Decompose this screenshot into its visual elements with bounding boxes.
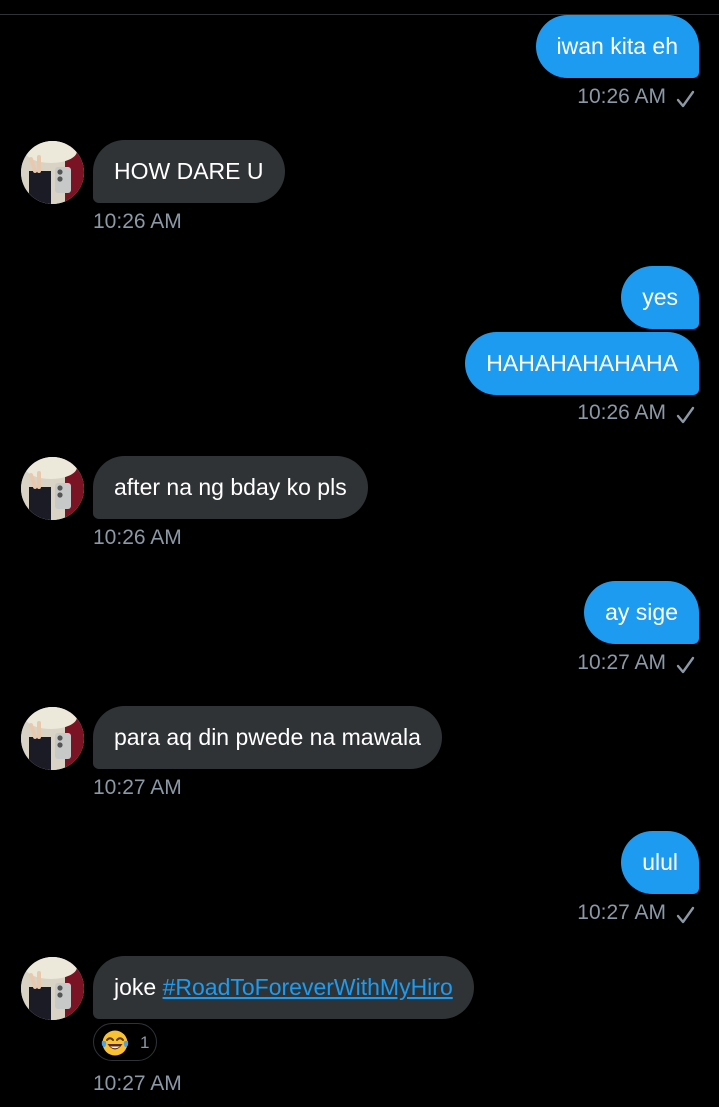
outgoing-message-bubble[interactable]: iwan kita eh: [535, 15, 699, 78]
incoming-message-bubble[interactable]: para aq din pwede na mawala: [93, 706, 442, 769]
incoming-message-bubble[interactable]: after na ng bday ko pls: [93, 456, 368, 519]
message-timestamp: 10:27 AM: [93, 776, 182, 799]
avatar-photo: [21, 707, 84, 770]
check-icon: [676, 90, 695, 108]
message-text: ulul: [642, 849, 678, 875]
message-timestamp: 10:26 AM: [93, 526, 182, 549]
check-icon: [676, 656, 695, 674]
outgoing-message-bubble[interactable]: ulul: [621, 831, 699, 894]
message-timestamp: 10:26 AM: [577, 85, 666, 108]
reaction-count: 1: [140, 1033, 150, 1052]
message-text: HOW DARE U: [114, 158, 264, 184]
check-icon: [676, 906, 695, 924]
outgoing-message-bubble[interactable]: HAHAHAHAHAHA: [465, 332, 699, 395]
avatar[interactable]: [21, 457, 84, 520]
message-text: para aq din pwede na mawala: [114, 724, 421, 750]
avatar-photo: [21, 457, 84, 520]
message-text: joke: [114, 974, 157, 1000]
avatar[interactable]: [21, 707, 84, 770]
message-timestamp: 10:27 AM: [93, 1072, 182, 1095]
incoming-message-bubble[interactable]: HOW DARE U: [93, 140, 285, 203]
message-timestamp: 10:27 AM: [577, 651, 666, 674]
message-text: yes: [642, 284, 678, 310]
message-text: HAHAHAHAHAHA: [486, 350, 678, 376]
avatar-photo: [21, 957, 84, 1020]
incoming-message-bubble[interactable]: joke #RoadToForeverWithMyHiro: [93, 956, 474, 1019]
message-timestamp: 10:26 AM: [93, 210, 182, 233]
message-timestamp: 10:27 AM: [577, 901, 666, 924]
avatar[interactable]: [21, 957, 84, 1020]
face-with-tears-of-joy-icon: [101, 1030, 129, 1056]
outgoing-message-bubble[interactable]: yes: [621, 266, 699, 329]
message-text: after na ng bday ko pls: [114, 474, 347, 500]
check-icon: [676, 406, 695, 424]
hashtag-link[interactable]: #RoadToForeverWithMyHiro: [163, 974, 453, 1000]
avatar-photo: [21, 141, 84, 204]
message-text: iwan kita eh: [556, 33, 678, 59]
reaction-pill[interactable]: 1: [93, 1023, 157, 1061]
outgoing-message-bubble[interactable]: ay sige: [584, 581, 699, 644]
avatar[interactable]: [21, 141, 84, 204]
message-text: ay sige: [605, 599, 678, 625]
message-timestamp: 10:26 AM: [577, 401, 666, 424]
